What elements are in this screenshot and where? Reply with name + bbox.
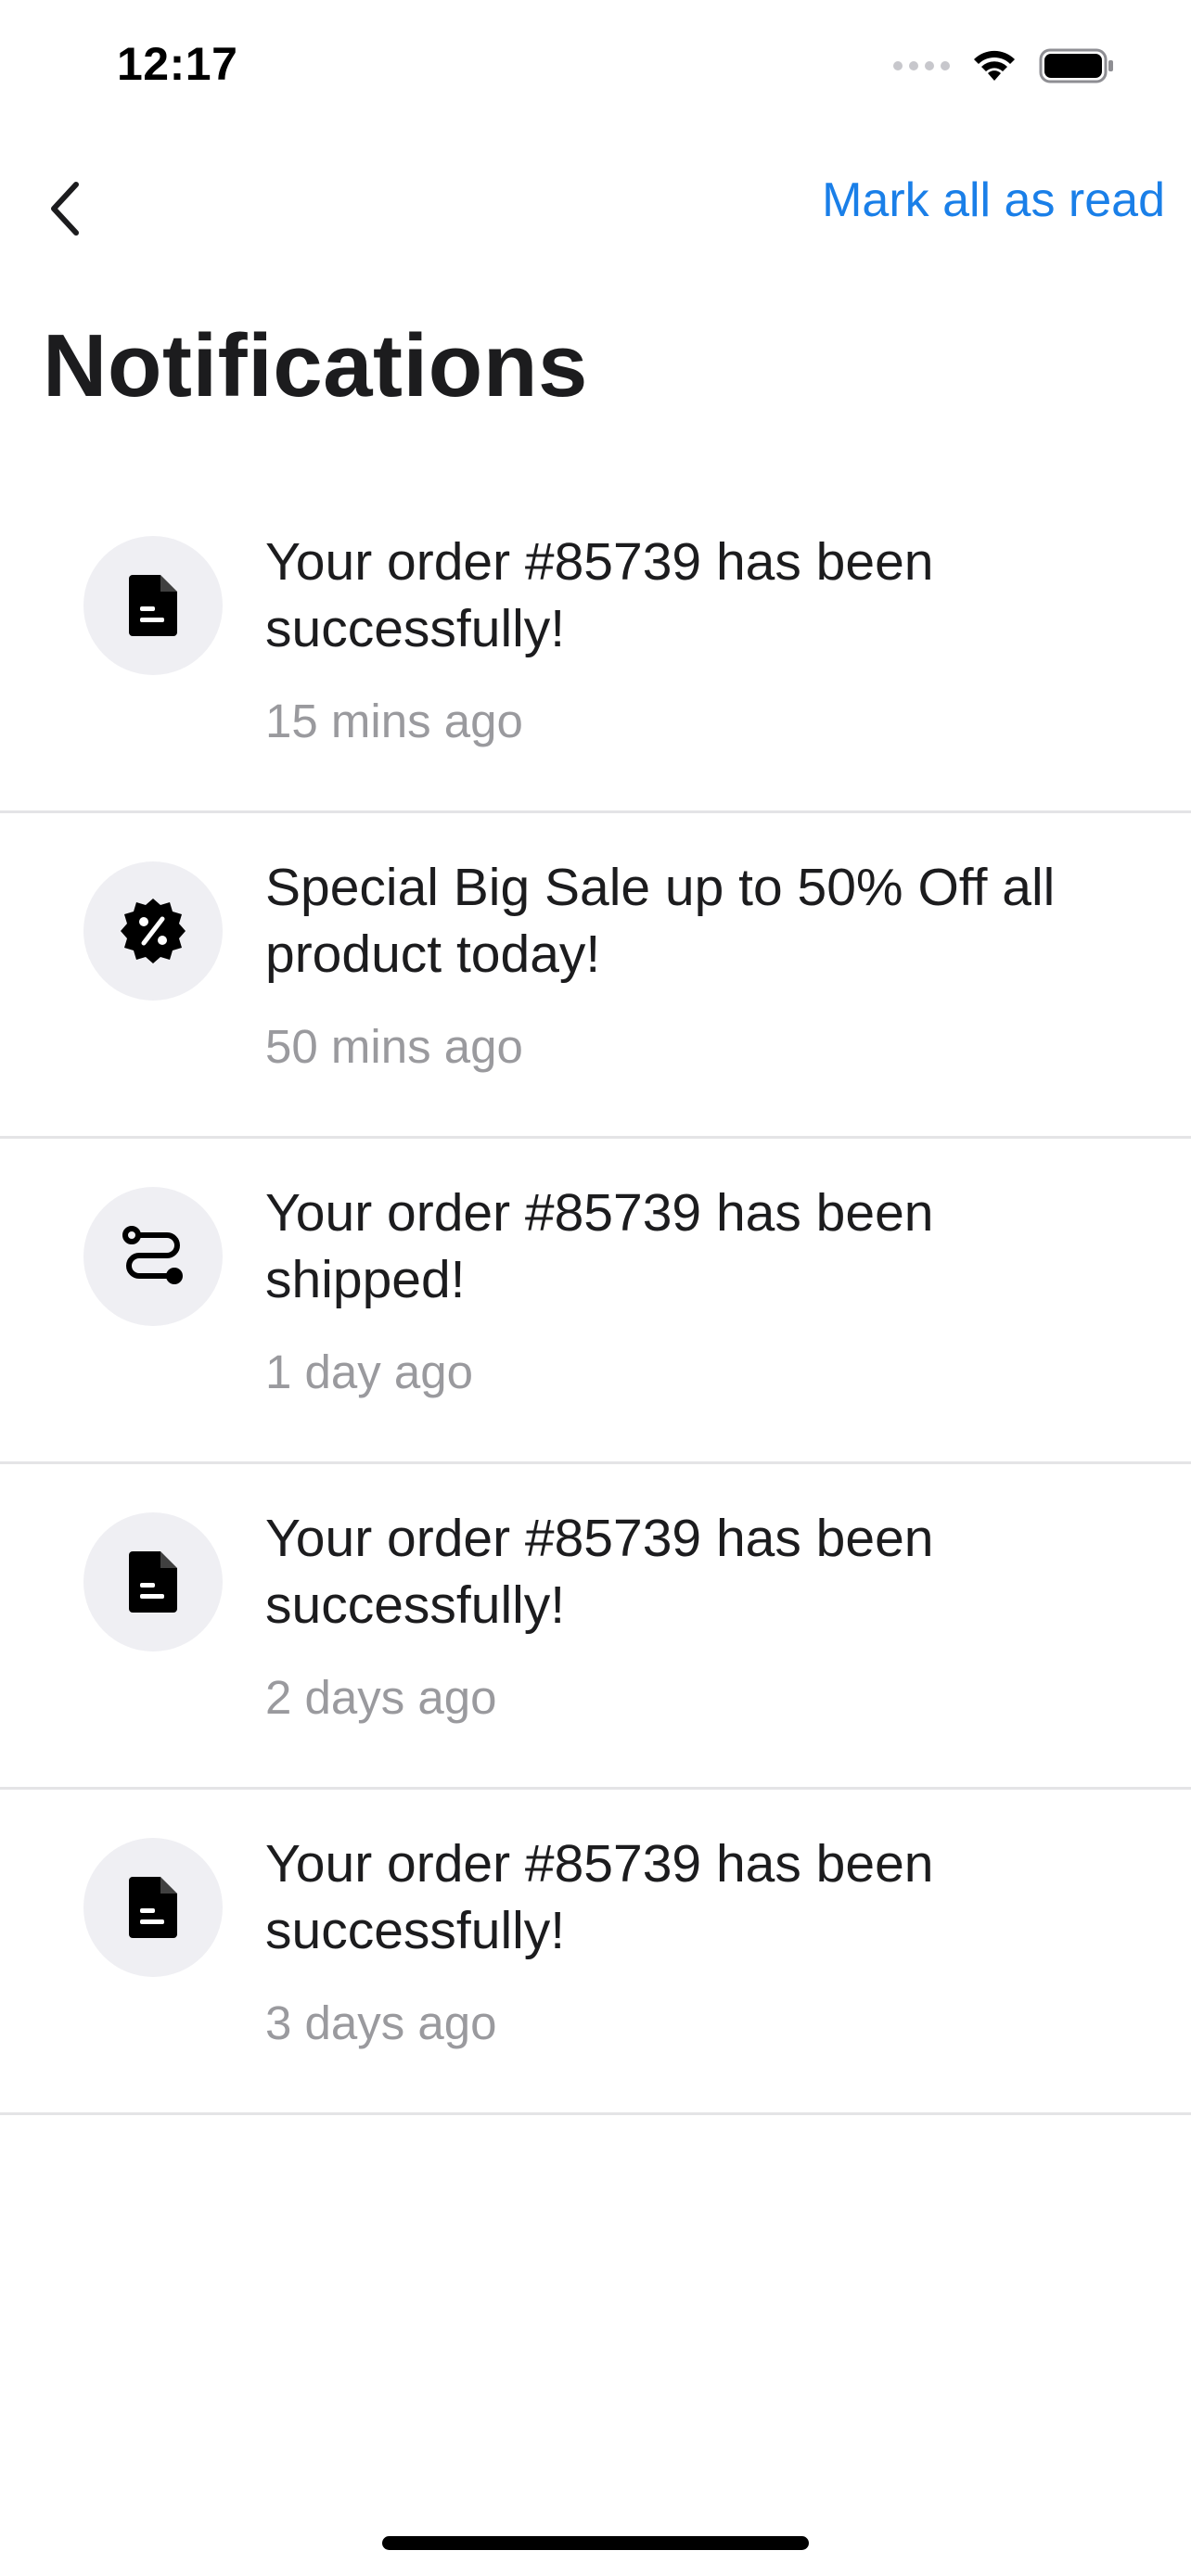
notification-list: Your order #85739 has been successfully!… [0,488,1191,2115]
notification-icon-badge [83,1838,223,1977]
notification-message: Your order #85739 has been successfully! [265,532,934,658]
document-icon [129,1877,177,1938]
notification-icon-badge [83,1187,223,1326]
notification-item[interactable]: Your order #85739 has been successfully!… [0,1790,1191,2115]
status-icons [893,43,1115,89]
notification-time: 15 mins ago [265,695,523,747]
route-icon [122,1226,183,1284]
battery-icon [1039,48,1113,83]
page-title: Notifications [43,316,588,415]
status-bar: 12:17 [0,0,1191,130]
notification-item[interactable]: Special Big Sale up to 50% Off all produ… [0,813,1191,1139]
document-icon [129,1551,177,1613]
home-indicator[interactable] [382,2536,809,2550]
notification-message: Your order #85739 has been successfully! [265,1834,934,1960]
notification-item[interactable]: Your order #85739 has been shipped! 1 da… [0,1139,1191,1464]
notification-message: Special Big Sale up to 50% Off all produ… [265,858,1056,984]
notification-time: 50 mins ago [265,1020,523,1073]
notification-icon-badge [83,536,223,675]
status-time: 12:17 [117,38,238,90]
mark-all-read-button[interactable]: Mark all as read [822,172,1165,228]
navigation-bar: Mark all as read [0,148,1191,260]
notification-message: Your order #85739 has been shipped! [265,1183,934,1309]
notifications-screen: 12:17 Mark all as read Notifications You… [0,0,1191,2576]
chevron-left-icon [51,182,79,236]
notification-icon-badge [83,1512,223,1651]
notification-time: 2 days ago [265,1671,497,1724]
signal-dots-icon [893,61,950,70]
notification-time: 1 day ago [265,1345,474,1398]
notification-time: 3 days ago [265,1996,497,2049]
discount-badge-icon [121,899,186,963]
document-icon [129,575,177,636]
wifi-icon [974,50,1015,81]
notification-item[interactable]: Your order #85739 has been successfully!… [0,488,1191,813]
notification-item[interactable]: Your order #85739 has been successfully!… [0,1464,1191,1790]
notification-icon-badge [83,861,223,1001]
notification-message: Your order #85739 has been successfully! [265,1509,934,1635]
back-button[interactable] [28,167,102,250]
